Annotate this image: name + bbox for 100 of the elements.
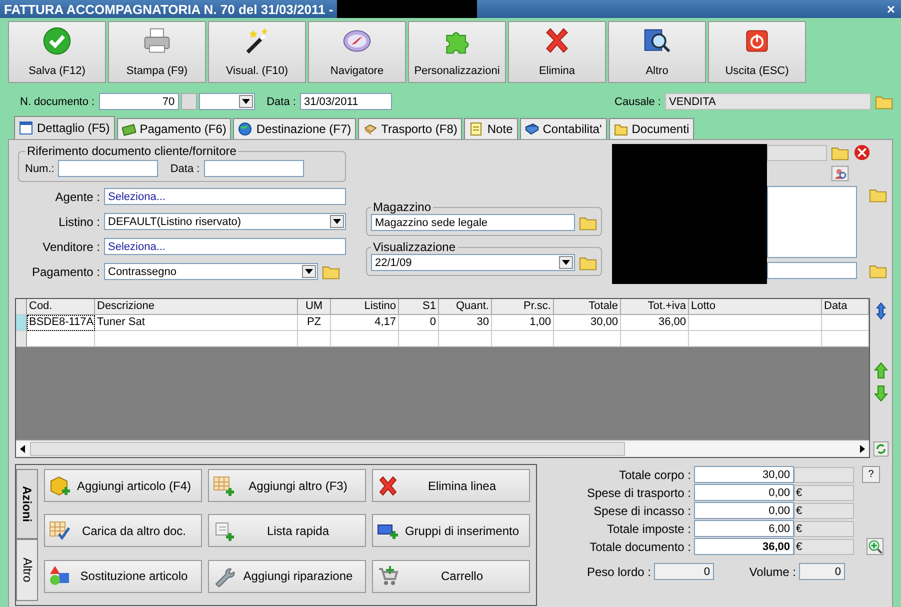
field-label: Agente : — [54, 190, 101, 204]
cart-icon — [377, 565, 399, 588]
tab[interactable]: Dettaglio (F5) — [14, 116, 115, 139]
column-header[interactable]: Listino — [331, 299, 399, 315]
action-button[interactable]: Sostituzione articolo — [44, 560, 202, 593]
field-label: Listino : — [58, 214, 101, 228]
total-label: Totale documento : — [588, 540, 692, 554]
currency-field: € — [794, 484, 854, 500]
table-cell — [399, 331, 439, 347]
column-header[interactable]: Descrizione — [95, 299, 298, 315]
dropdown-arrow-icon — [305, 269, 313, 274]
side-tab[interactable]: Altro — [16, 539, 38, 601]
field-label: Pagamento : — [30, 264, 101, 278]
column-header[interactable]: Quant. — [439, 299, 492, 315]
group-title: Visualizzazione — [372, 240, 456, 254]
table-cell — [439, 331, 492, 347]
series-dropdown[interactable] — [198, 93, 255, 110]
total-label: Spese di trasporto : — [586, 486, 692, 500]
up-down-arrow-icon[interactable] — [873, 302, 889, 320]
column-header[interactable]: Totale — [554, 299, 621, 315]
tab[interactable]: Documenti — [608, 118, 694, 139]
total-field: 0,00 — [694, 502, 794, 519]
toolbar-button[interactable]: Uscita (ESC) — [708, 21, 806, 83]
toolbar-button[interactable]: Salva (F12) — [8, 21, 106, 83]
total-field: 30,00 — [694, 466, 794, 483]
folder-icon — [614, 122, 628, 136]
text-field[interactable] — [767, 262, 857, 279]
weight-field: 0 — [654, 563, 714, 580]
tab[interactable]: Note — [464, 118, 518, 139]
toolbar-button[interactable]: Stampa (F9) — [108, 21, 206, 83]
check-icon — [42, 26, 72, 56]
action-button[interactable]: Gruppi di inserimento — [372, 514, 530, 548]
column-header[interactable]: Lotto — [689, 299, 822, 315]
text-area[interactable] — [767, 186, 857, 258]
toolbar-button[interactable]: Altro — [608, 21, 706, 83]
field-label: Venditore : — [42, 240, 101, 254]
up-arrow-icon[interactable] — [873, 362, 889, 380]
action-button[interactable]: Lista rapida — [208, 514, 366, 548]
row-header — [16, 331, 27, 347]
group-title: Magazzino — [372, 200, 432, 214]
table-cell — [298, 331, 331, 347]
total-label: Totale corpo : — [618, 468, 692, 482]
money-icon — [122, 122, 136, 136]
help-button[interactable]: ? — [862, 466, 880, 483]
small-button[interactable] — [180, 93, 197, 110]
row-header — [16, 299, 27, 315]
column-header[interactable]: S1 — [399, 299, 439, 315]
volume-field: 0 — [799, 563, 845, 580]
dropdown[interactable]: DEFAULT(Listino riservato) — [104, 213, 346, 230]
dropdown-arrow-icon — [333, 219, 341, 224]
table-cell — [492, 331, 554, 347]
total-label: Spese di incasso : — [592, 504, 692, 518]
grid-check-icon — [49, 520, 71, 542]
action-button[interactable]: Aggiungi altro (F3) — [208, 469, 366, 502]
toolbar-button[interactable]: Navigatore — [308, 21, 406, 83]
table-cell — [331, 331, 399, 347]
horizontal-scrollbar[interactable] — [16, 440, 869, 457]
causale-field[interactable]: VENDITA — [665, 93, 871, 110]
close-icon[interactable] — [853, 144, 871, 161]
field-label: Causale : — [614, 96, 661, 108]
person-search-icon[interactable] — [831, 165, 849, 182]
document-number-field[interactable]: 70 — [98, 93, 179, 110]
toolbar-button[interactable]: Personalizzazioni — [408, 21, 506, 83]
action-button[interactable]: Elimina linea — [372, 469, 530, 502]
action-button[interactable]: Aggiungi riparazione — [208, 560, 366, 593]
side-tab[interactable]: Azioni — [16, 469, 38, 539]
tab[interactable]: Trasporto (F8) — [358, 118, 462, 139]
tab[interactable]: Contabilita' — [520, 118, 607, 139]
down-arrow-icon[interactable] — [873, 384, 889, 402]
grid-plus-icon — [213, 474, 235, 496]
toolbar-button[interactable]: Visual. (F10) — [208, 21, 306, 83]
box-icon — [363, 122, 378, 136]
date-field[interactable]: 31/03/2011 — [300, 93, 392, 110]
zoom-in-icon[interactable] — [866, 538, 884, 555]
text-field[interactable] — [767, 144, 827, 160]
date-field[interactable] — [204, 160, 304, 177]
tab[interactable]: Destinazione (F7) — [233, 118, 356, 139]
tab[interactable]: Pagamento (F6) — [116, 118, 232, 139]
row-indicator[interactable] — [16, 315, 27, 331]
column-header[interactable]: UM — [298, 299, 331, 315]
column-header[interactable]: Data — [822, 299, 869, 315]
column-header[interactable]: Pr.sc. — [492, 299, 554, 315]
select-field[interactable]: Seleziona... — [104, 238, 346, 255]
field-label: Num.: — [25, 162, 54, 174]
column-header[interactable]: Tot.+iva — [621, 299, 689, 315]
select-field[interactable]: Seleziona... — [104, 188, 346, 205]
action-button[interactable]: Aggiungi articolo (F4) — [44, 469, 202, 502]
total-field: 6,00 — [694, 520, 794, 537]
currency-field: € — [794, 520, 854, 536]
number-field[interactable] — [58, 160, 158, 177]
close-button[interactable]: × — [886, 1, 895, 17]
window-title: FATTURA ACCOMPAGNATORIA N. 70 del 31/03/2011 - — [4, 2, 334, 16]
dropdown[interactable]: Contrassegno — [104, 263, 318, 280]
toolbar-button[interactable]: Elimina — [508, 21, 606, 83]
column-header[interactable]: Cod. — [27, 299, 95, 315]
action-button[interactable]: Carrello — [372, 560, 530, 593]
warehouse-field[interactable]: Magazzino sede legale — [371, 214, 575, 231]
action-button[interactable]: Carica da altro doc. — [44, 514, 202, 548]
calendar-icon — [19, 121, 33, 135]
dropdown[interactable]: 22/1/09 — [371, 254, 575, 271]
